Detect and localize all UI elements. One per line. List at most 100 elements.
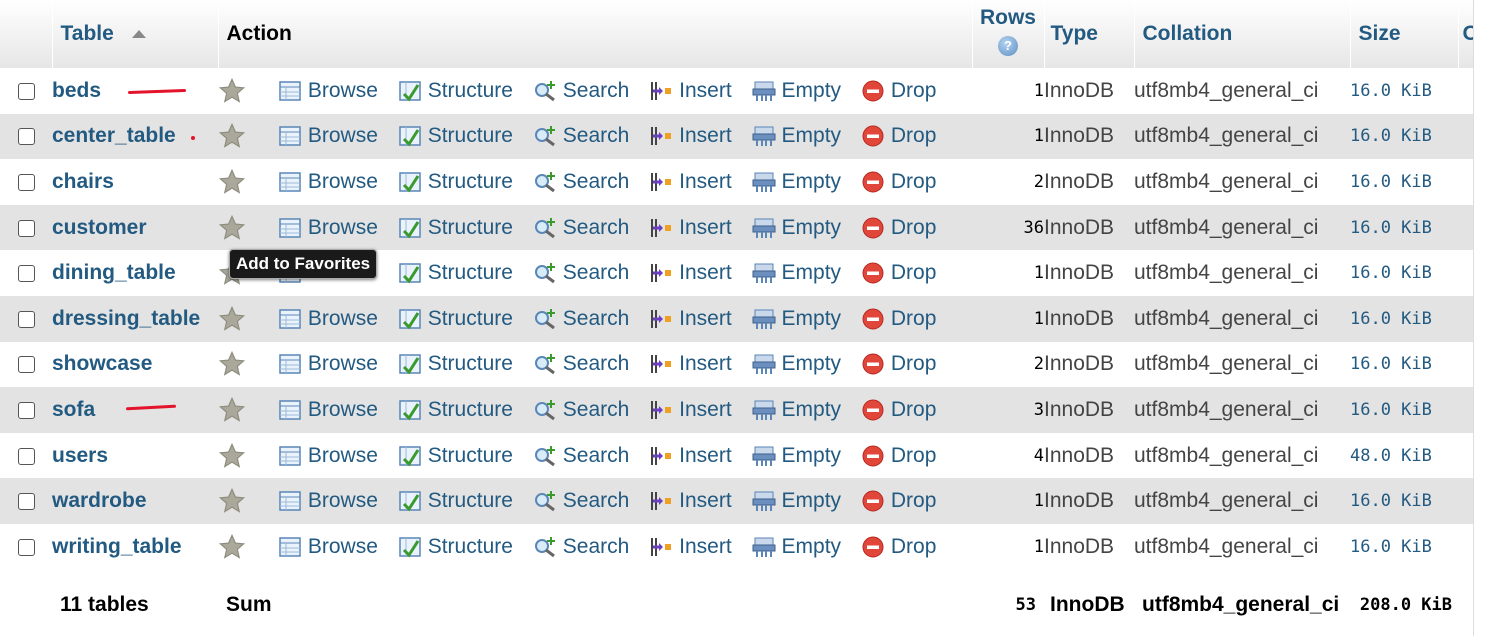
favorite-star-icon[interactable] [218, 77, 246, 105]
header-rows[interactable]: Rows? [972, 0, 1045, 68]
scrollbar-track[interactable] [1473, 0, 1489, 636]
drop-button[interactable]: Drop [861, 444, 937, 468]
insert-label[interactable]: Insert [679, 444, 732, 468]
row-select-checkbox[interactable] [17, 493, 35, 511]
structure-label[interactable]: Structure [428, 398, 513, 422]
drop-button[interactable]: Drop [861, 216, 937, 240]
drop-label[interactable]: Drop [891, 444, 937, 468]
drop-button[interactable]: Drop [861, 535, 936, 559]
browse-button[interactable]: Browse [278, 307, 378, 331]
row-select-checkbox[interactable] [17, 128, 35, 146]
drop-label[interactable]: Drop [891, 261, 937, 285]
search-label[interactable]: Search [563, 398, 630, 422]
favorite-star-icon[interactable] [218, 350, 246, 378]
browse-button[interactable]: Browse [278, 124, 378, 148]
browse-label[interactable]: Browse [308, 535, 378, 559]
drop-button[interactable]: Drop [861, 170, 937, 194]
empty-button[interactable]: Empty [752, 261, 841, 285]
drop-label[interactable]: Drop [891, 216, 937, 240]
insert-button[interactable]: Insert [649, 124, 732, 148]
insert-button[interactable]: Insert [649, 216, 732, 240]
header-table[interactable]: Table [52, 0, 219, 68]
browse-button[interactable]: Browse [278, 216, 378, 240]
browse-label[interactable]: Browse [308, 489, 378, 513]
table-name-link[interactable]: wardrobe [52, 478, 218, 524]
header-collation[interactable]: Collation [1134, 0, 1351, 68]
browse-label[interactable]: Browse [308, 352, 378, 376]
drop-button[interactable]: Drop [861, 124, 936, 148]
drop-button[interactable]: Drop [861, 352, 936, 376]
structure-label[interactable]: Structure [428, 170, 513, 194]
table-name-link[interactable]: dining_table [52, 250, 218, 296]
structure-button[interactable]: Structure [398, 489, 513, 513]
search-label[interactable]: Search [563, 444, 630, 468]
empty-button[interactable]: Empty [752, 535, 841, 559]
table-name-link[interactable]: chairs [52, 159, 218, 205]
header-overhead[interactable]: O [1458, 0, 1475, 68]
insert-label[interactable]: Insert [679, 352, 732, 376]
insert-button[interactable]: Insert [649, 444, 732, 468]
browse-label[interactable]: Browse [308, 79, 378, 103]
search-button[interactable]: Search [533, 535, 629, 559]
row-select-checkbox[interactable] [17, 82, 35, 100]
empty-label[interactable]: Empty [782, 398, 842, 422]
empty-label[interactable]: Empty [782, 352, 842, 376]
favorite-star-icon[interactable] [218, 487, 246, 515]
search-label[interactable]: Search [563, 216, 630, 240]
search-label[interactable]: Search [563, 489, 630, 513]
structure-button[interactable]: Structure [398, 261, 513, 285]
drop-button[interactable]: Drop [861, 261, 937, 285]
browse-label[interactable]: Browse [308, 170, 378, 194]
empty-button[interactable]: Empty [752, 398, 842, 422]
row-select-checkbox[interactable] [17, 401, 35, 419]
browse-label[interactable]: Browse [308, 124, 378, 148]
drop-label[interactable]: Drop [891, 398, 937, 422]
insert-button[interactable]: Insert [649, 307, 732, 331]
insert-label[interactable]: Insert [679, 124, 732, 148]
search-label[interactable]: Search [563, 170, 630, 194]
favorite-star-icon[interactable] [218, 442, 246, 470]
drop-button[interactable]: Drop [861, 307, 936, 331]
empty-label[interactable]: Empty [782, 216, 842, 240]
insert-button[interactable]: Insert [649, 261, 732, 285]
structure-button[interactable]: Structure [398, 124, 513, 148]
structure-label[interactable]: Structure [428, 535, 513, 559]
search-button[interactable]: Search [533, 124, 629, 148]
search-button[interactable]: Search [533, 444, 630, 468]
table-name-link[interactable]: writing_table [52, 524, 218, 570]
search-label[interactable]: Search [563, 79, 630, 103]
browse-label[interactable]: Browse [308, 398, 378, 422]
search-button[interactable]: Search [533, 79, 630, 103]
empty-button[interactable]: Empty [752, 124, 841, 148]
empty-button[interactable]: Empty [752, 216, 842, 240]
browse-button[interactable]: Browse [278, 352, 378, 376]
browse-label[interactable]: Browse [308, 307, 378, 331]
empty-label[interactable]: Empty [782, 489, 842, 513]
row-select-checkbox[interactable] [17, 265, 35, 283]
structure-label[interactable]: Structure [428, 307, 513, 331]
row-select-checkbox[interactable] [17, 538, 35, 556]
insert-label[interactable]: Insert [679, 398, 732, 422]
row-select-checkbox[interactable] [17, 219, 35, 237]
drop-button[interactable]: Drop [861, 398, 937, 422]
help-icon[interactable]: ? [998, 36, 1018, 56]
browse-label[interactable]: Browse [308, 444, 378, 468]
search-button[interactable]: Search [533, 352, 629, 376]
drop-label[interactable]: Drop [891, 79, 937, 103]
row-select-checkbox[interactable] [17, 310, 35, 328]
insert-label[interactable]: Insert [679, 170, 732, 194]
browse-button[interactable]: Browse [278, 489, 378, 513]
empty-label[interactable]: Empty [782, 170, 842, 194]
table-name-link[interactable]: showcase [52, 342, 218, 388]
structure-label[interactable]: Structure [428, 216, 513, 240]
favorite-star-icon[interactable] [218, 122, 246, 150]
drop-label[interactable]: Drop [891, 489, 937, 513]
structure-button[interactable]: Structure [398, 216, 513, 240]
structure-button[interactable]: Structure [398, 444, 513, 468]
browse-button[interactable]: Browse [278, 79, 378, 103]
browse-button[interactable]: Browse [278, 170, 378, 194]
header-rows-label[interactable]: Rows [973, 6, 1044, 30]
drop-label[interactable]: Drop [891, 170, 937, 194]
empty-button[interactable]: Empty [752, 489, 842, 513]
insert-button[interactable]: Insert [649, 535, 732, 559]
